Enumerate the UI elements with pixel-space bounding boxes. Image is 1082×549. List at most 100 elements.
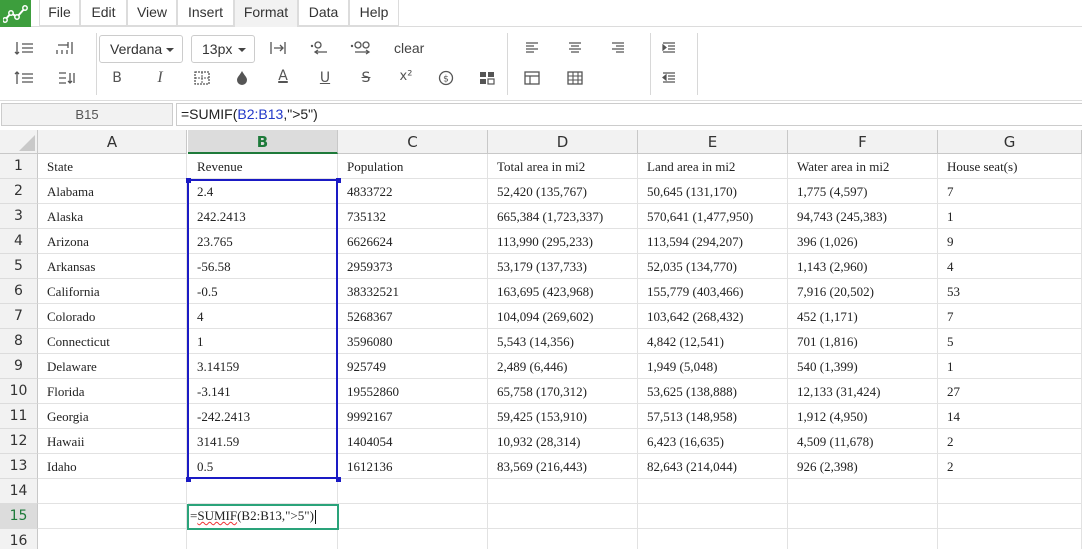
cell-g4[interactable]: 9 xyxy=(938,229,1082,254)
insert-column-icon[interactable] xyxy=(52,36,80,60)
align-right-icon[interactable] xyxy=(604,36,632,60)
align-left-icon[interactable] xyxy=(518,36,546,60)
cell-c11[interactable]: 9992167 xyxy=(338,404,488,429)
cell-c7[interactable]: 5268367 xyxy=(338,304,488,329)
indent-icon[interactable] xyxy=(655,36,683,60)
cell-b5[interactable]: -56.58 xyxy=(188,254,338,279)
cell-d8[interactable]: 5,543 (14,356) xyxy=(488,329,638,354)
fill-color-icon[interactable] xyxy=(228,66,256,90)
cell-a14[interactable] xyxy=(38,479,187,504)
cell-e11[interactable]: 57,513 (148,958) xyxy=(638,404,788,429)
select-all-corner[interactable] xyxy=(0,130,38,154)
cell-b16[interactable] xyxy=(188,529,338,549)
cell-e1[interactable]: Land area in mi2 xyxy=(638,154,788,179)
cell-f14[interactable] xyxy=(788,479,938,504)
cell-name-box[interactable]: B15 xyxy=(1,103,173,126)
cell-d10[interactable]: 65,758 (170,312) xyxy=(488,379,638,404)
cell-g6[interactable]: 53 xyxy=(938,279,1082,304)
cell-g11[interactable]: 14 xyxy=(938,404,1082,429)
table-icon[interactable] xyxy=(518,66,546,90)
row-header-12[interactable]: 12 xyxy=(0,429,38,454)
formula-input[interactable]: =SUMIF(B2:B13,">5") xyxy=(176,103,1082,126)
cell-a12[interactable]: Hawaii xyxy=(38,429,187,454)
cell-b8[interactable]: 1 xyxy=(188,329,338,354)
cell-g9[interactable]: 1 xyxy=(938,354,1082,379)
cell-a7[interactable]: Colorado xyxy=(38,304,187,329)
cell-a1[interactable]: State xyxy=(38,154,187,179)
cell-c14[interactable] xyxy=(338,479,488,504)
cell-b1[interactable]: Revenue xyxy=(188,154,338,179)
cell-a13[interactable]: Idaho xyxy=(38,454,187,479)
cell-c6[interactable]: 38332521 xyxy=(338,279,488,304)
row-header-9[interactable]: 9 xyxy=(0,354,38,379)
cell-f6[interactable]: 7,916 (20,502) xyxy=(788,279,938,304)
cell-g10[interactable]: 27 xyxy=(938,379,1082,404)
cell-e13[interactable]: 82,643 (214,044) xyxy=(638,454,788,479)
cell-e5[interactable]: 52,035 (134,770) xyxy=(638,254,788,279)
cell-b10[interactable]: -3.141 xyxy=(188,379,338,404)
row-header-3[interactable]: 3 xyxy=(0,204,38,229)
row-header-8[interactable]: 8 xyxy=(0,329,38,354)
cell-b7[interactable]: 4 xyxy=(188,304,338,329)
cell-d9[interactable]: 2,489 (6,446) xyxy=(488,354,638,379)
column-header-b[interactable]: B xyxy=(188,130,338,154)
cell-d7[interactable]: 104,094 (269,602) xyxy=(488,304,638,329)
cell-c2[interactable]: 4833722 xyxy=(338,179,488,204)
column-header-c[interactable]: C xyxy=(338,130,488,154)
cell-d3[interactable]: 665,384 (1,723,337) xyxy=(488,204,638,229)
cell-f5[interactable]: 1,143 (2,960) xyxy=(788,254,938,279)
cell-f12[interactable]: 4,509 (11,678) xyxy=(788,429,938,454)
spreadsheet-grid[interactable]: A B C D E F G 1 State Revenue Population Total area… xyxy=(0,130,1082,549)
cell-c10[interactable]: 19552860 xyxy=(338,379,488,404)
cell-d1[interactable]: Total area in mi2 xyxy=(488,154,638,179)
cell-c12[interactable]: 1404054 xyxy=(338,429,488,454)
row-header-16[interactable]: 16 xyxy=(0,529,38,549)
delete-row-icon[interactable] xyxy=(10,66,38,90)
cell-g8[interactable]: 5 xyxy=(938,329,1082,354)
cell-b4[interactable]: 23.765 xyxy=(188,229,338,254)
cell-g1[interactable]: House seat(s) xyxy=(938,154,1082,179)
cell-c8[interactable]: 3596080 xyxy=(338,329,488,354)
column-header-f[interactable]: F xyxy=(788,130,938,154)
cell-c3[interactable]: 735132 xyxy=(338,204,488,229)
menu-edit[interactable]: Edit xyxy=(80,0,127,26)
cell-d14[interactable] xyxy=(488,479,638,504)
align-center-icon[interactable] xyxy=(561,36,589,60)
cell-b14[interactable] xyxy=(188,479,338,504)
cell-e7[interactable]: 103,642 (268,432) xyxy=(638,304,788,329)
cell-g12[interactable]: 2 xyxy=(938,429,1082,454)
cell-a16[interactable] xyxy=(38,529,187,549)
cell-f15[interactable] xyxy=(788,504,938,529)
cell-f13[interactable]: 926 (2,398) xyxy=(788,454,938,479)
cell-c1[interactable]: Population xyxy=(338,154,488,179)
cell-e2[interactable]: 50,645 (131,170) xyxy=(638,179,788,204)
cell-f10[interactable]: 12,133 (31,424) xyxy=(788,379,938,404)
cell-f16[interactable] xyxy=(788,529,938,549)
cell-d6[interactable]: 163,695 (423,968) xyxy=(488,279,638,304)
cell-f1[interactable]: Water area in mi2 xyxy=(788,154,938,179)
cell-a2[interactable]: Alabama xyxy=(38,179,187,204)
menu-insert[interactable]: Insert xyxy=(177,0,234,26)
italic-icon[interactable]: I xyxy=(146,66,174,90)
cell-g15[interactable] xyxy=(938,504,1082,529)
cell-e6[interactable]: 155,779 (403,466) xyxy=(638,279,788,304)
cell-d16[interactable] xyxy=(488,529,638,549)
strikethrough-icon[interactable]: S xyxy=(352,66,380,90)
row-header-11[interactable]: 11 xyxy=(0,404,38,429)
decrease-decimal-icon[interactable] xyxy=(305,36,333,60)
outdent-icon[interactable] xyxy=(655,66,683,90)
cell-g3[interactable]: 1 xyxy=(938,204,1082,229)
cell-c16[interactable] xyxy=(338,529,488,549)
cell-e16[interactable] xyxy=(638,529,788,549)
cell-e14[interactable] xyxy=(638,479,788,504)
grid-icon[interactable] xyxy=(561,66,589,90)
cell-a5[interactable]: Arkansas xyxy=(38,254,187,279)
cell-f8[interactable]: 701 (1,816) xyxy=(788,329,938,354)
cell-a11[interactable]: Georgia xyxy=(38,404,187,429)
cell-g14[interactable] xyxy=(938,479,1082,504)
cell-g5[interactable]: 4 xyxy=(938,254,1082,279)
cell-b3[interactable]: 242.2413 xyxy=(188,204,338,229)
cell-f3[interactable]: 94,743 (245,383) xyxy=(788,204,938,229)
insert-row-icon[interactable] xyxy=(10,36,38,60)
cell-a10[interactable]: Florida xyxy=(38,379,187,404)
